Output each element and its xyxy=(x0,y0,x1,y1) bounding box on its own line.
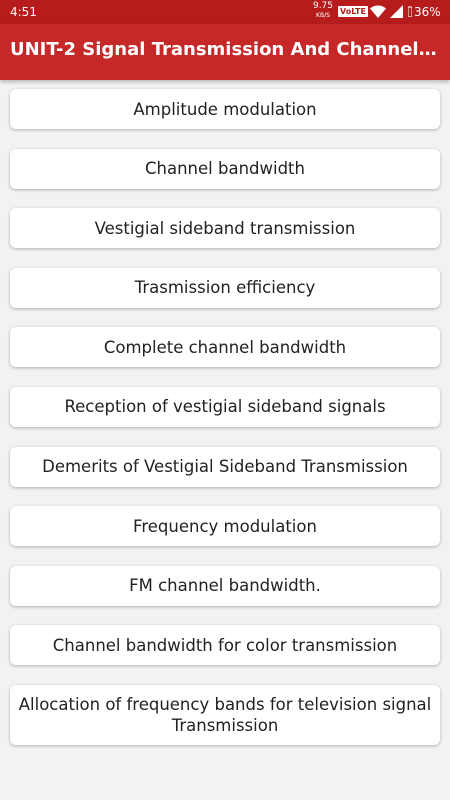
topic-button-frequency-modulation[interactable]: Frequency modulation xyxy=(10,506,440,547)
page-title: UNIT-2 Signal Transmission And Channel B… xyxy=(10,39,440,60)
topic-button-transmission-efficiency[interactable]: Trasmission efficiency xyxy=(10,267,440,308)
topic-button-complete-channel-bandwidth[interactable]: Complete channel bandwidth xyxy=(10,327,440,368)
network-speed-value: 9.75 xyxy=(312,1,334,11)
volte-badge: VoLTE xyxy=(338,6,368,17)
topic-button-channel-bandwidth[interactable]: Channel bandwidth xyxy=(10,148,440,189)
topic-button-color-transmission-bandwidth[interactable]: Channel bandwidth for color transmission xyxy=(10,625,440,666)
network-speed-indicator: 9.75 KB/S xyxy=(312,2,334,20)
topic-button-fm-channel-bandwidth[interactable]: FM channel bandwidth. xyxy=(10,565,440,606)
status-time: 4:51 xyxy=(10,5,37,19)
status-bar: 4:51 9.75 KB/S VoLTE 36% xyxy=(0,0,450,24)
network-speed-unit: KB/S xyxy=(316,12,330,19)
app-bar: UNIT-2 Signal Transmission And Channel B… xyxy=(0,24,450,80)
wifi-icon xyxy=(370,5,386,18)
topic-button-reception-vsb-signals[interactable]: Reception of vestigial sideband signals xyxy=(10,386,440,427)
topic-button-vestigial-sideband-transmission[interactable]: Vestigial sideband transmission xyxy=(10,208,440,249)
topic-list: Amplitude modulation Channel bandwidth V… xyxy=(10,89,440,765)
cell-signal-icon xyxy=(390,5,403,18)
topic-button-tv-frequency-bands[interactable]: Allocation of frequency bands for televi… xyxy=(10,684,440,745)
battery-percentage: 36% xyxy=(414,5,441,19)
battery-icon xyxy=(408,6,412,17)
topic-button-amplitude-modulation[interactable]: Amplitude modulation xyxy=(10,89,440,129)
topic-button-demerits-vsb-transmission[interactable]: Demerits of Vestigial Sideband Transmiss… xyxy=(10,446,440,487)
